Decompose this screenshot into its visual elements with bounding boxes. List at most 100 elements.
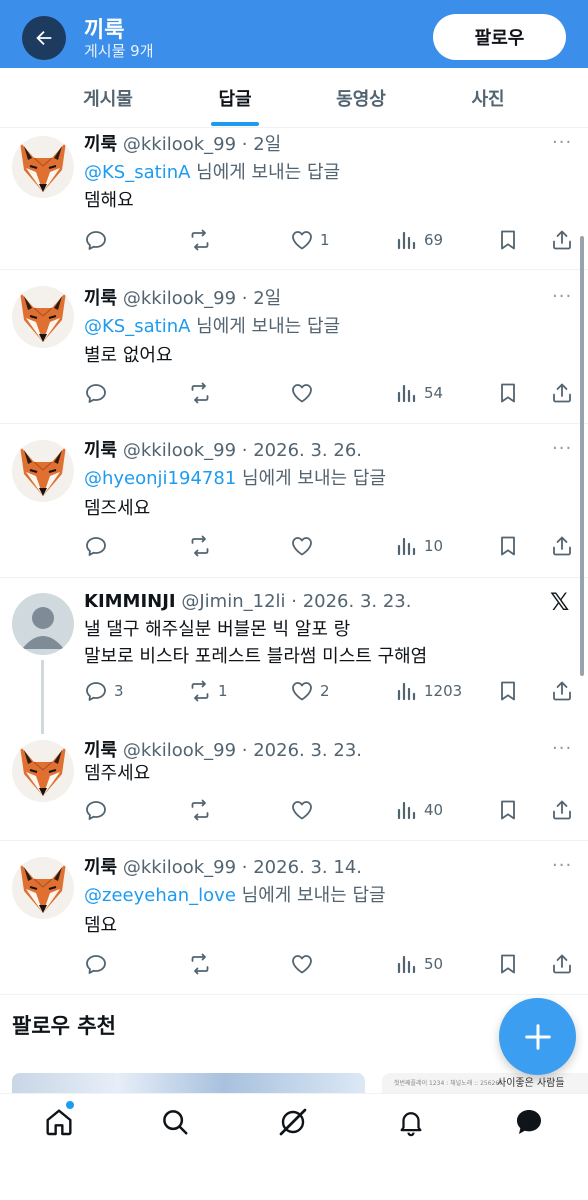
reply-button[interactable] xyxy=(84,533,108,559)
reply-button[interactable]: 3 xyxy=(84,678,124,704)
like-button[interactable]: 1 xyxy=(290,227,330,253)
bookmark-icon xyxy=(496,952,520,976)
like-button[interactable] xyxy=(290,797,314,823)
reply-button[interactable] xyxy=(84,797,108,823)
search-icon xyxy=(163,1110,188,1135)
nav-search[interactable] xyxy=(157,1104,193,1140)
reply-suffix: 님에게 보내는 답글 xyxy=(196,316,341,337)
bookmark-button[interactable] xyxy=(496,227,520,253)
avatar[interactable] xyxy=(12,136,74,198)
more-options-icon[interactable]: ··· xyxy=(552,438,572,459)
active-tab-indicator xyxy=(211,122,259,126)
tweet-item[interactable]: 끼룩 @kkilook_99 · 2일 ··· @KS_satinA 님에게 보… xyxy=(0,128,588,270)
views-button[interactable]: 40 xyxy=(394,797,443,823)
retweet-icon xyxy=(188,534,212,558)
tweet-text: 뎀요 xyxy=(84,915,118,936)
views-button[interactable]: 10 xyxy=(394,533,443,559)
mention-link[interactable]: @hyeonji194781 xyxy=(84,468,236,489)
views-button[interactable]: 54 xyxy=(394,380,443,406)
retweet-button[interactable] xyxy=(188,533,212,559)
speech-bubble-icon xyxy=(84,228,108,252)
retweet-button[interactable]: 1 xyxy=(188,678,228,704)
author-handle: @kkilook_99 · 2026. 3. 23. xyxy=(122,740,363,761)
recommend-card[interactable]: 첫번째플레이 1234 : 채널노래 :: 256267 사이좋은 사람들 xyxy=(382,1073,588,1093)
author-name[interactable]: 끼룩 xyxy=(84,440,117,461)
profile-tabs: 게시물 답글 동영상 사진 xyxy=(0,68,588,128)
bottom-navigation xyxy=(0,1093,588,1200)
message-icon xyxy=(517,1110,541,1134)
back-button[interactable] xyxy=(22,16,66,60)
nav-grok[interactable] xyxy=(275,1104,311,1140)
bookmark-button[interactable] xyxy=(496,797,520,823)
share-button[interactable] xyxy=(550,533,574,559)
like-count: 1 xyxy=(320,231,330,249)
more-options-icon[interactable]: ··· xyxy=(552,132,572,153)
tab-replies[interactable]: 답글 xyxy=(191,68,279,128)
share-button[interactable] xyxy=(550,227,574,253)
mention-link[interactable]: @KS_satinA xyxy=(84,162,190,183)
compose-button[interactable] xyxy=(499,998,576,1075)
reply-button[interactable] xyxy=(84,227,108,253)
tweet-text: 별로 없어요 xyxy=(84,345,173,366)
tweet-text: 뎀즈세요 xyxy=(84,498,151,519)
nav-messages[interactable] xyxy=(511,1104,547,1140)
more-options-icon[interactable]: ··· xyxy=(552,738,572,759)
retweet-button[interactable] xyxy=(188,227,212,253)
scrollbar[interactable] xyxy=(580,236,584,676)
author-name[interactable]: 끼룩 xyxy=(84,134,117,155)
recommend-card[interactable] xyxy=(12,1073,365,1093)
mention-link[interactable]: @zeeyehan_love xyxy=(84,885,236,906)
bookmark-button[interactable] xyxy=(496,533,520,559)
bar-chart-icon xyxy=(394,534,418,558)
tweet-item[interactable]: 끼룩 @kkilook_99 · 2026. 3. 26. ··· @hyeon… xyxy=(0,424,588,578)
author-name[interactable]: KIMMINJI xyxy=(84,591,176,612)
like-button[interactable]: 2 xyxy=(290,678,330,704)
share-button[interactable] xyxy=(550,678,574,704)
tab-photos[interactable]: 사진 xyxy=(444,68,532,128)
author-name[interactable]: 끼룩 xyxy=(84,740,117,761)
author-handle: @Jimin_12li · 2026. 3. 23. xyxy=(181,591,412,612)
avatar[interactable] xyxy=(12,740,74,802)
avatar[interactable] xyxy=(12,286,74,348)
like-button[interactable] xyxy=(290,380,314,406)
bookmark-button[interactable] xyxy=(496,380,520,406)
speech-bubble-icon xyxy=(84,798,108,822)
retweet-button[interactable] xyxy=(188,380,212,406)
avatar[interactable] xyxy=(12,593,74,655)
follow-button[interactable]: 팔로우 xyxy=(433,14,566,60)
heart-icon xyxy=(290,534,314,558)
more-options-icon[interactable]: ··· xyxy=(552,855,572,876)
share-button[interactable] xyxy=(550,951,574,977)
share-button[interactable] xyxy=(550,797,574,823)
nav-notifications[interactable] xyxy=(393,1104,429,1140)
tweet-item[interactable]: 끼룩 @kkilook_99 · 2일 ··· @KS_satinA 님에게 보… xyxy=(0,270,588,424)
view-count: 50 xyxy=(424,955,444,973)
tab-videos[interactable]: 동영상 xyxy=(317,68,405,128)
avatar[interactable] xyxy=(12,440,74,502)
retweet-icon xyxy=(188,679,212,703)
retweet-button[interactable] xyxy=(188,797,212,823)
reply-button[interactable] xyxy=(84,380,108,406)
views-button[interactable]: 50 xyxy=(394,951,443,977)
tweet-item[interactable]: KIMMINJI @Jimin_12li · 2026. 3. 23. 𝕏 낼 … xyxy=(0,578,588,840)
retweet-button[interactable] xyxy=(188,951,212,977)
bookmark-button[interactable] xyxy=(496,678,520,704)
card-title: 사이좋은 사람들 xyxy=(497,1078,565,1089)
views-button[interactable]: 69 xyxy=(394,227,443,253)
share-button[interactable] xyxy=(550,380,574,406)
more-options-icon[interactable]: ··· xyxy=(552,286,572,307)
bookmark-button[interactable] xyxy=(496,951,520,977)
views-button[interactable]: 1203 xyxy=(394,678,462,704)
like-button[interactable] xyxy=(290,533,314,559)
follow-recommend-title: 팔로우 추천 xyxy=(12,1014,116,1038)
reply-button[interactable] xyxy=(84,951,108,977)
nav-home[interactable] xyxy=(41,1104,77,1140)
tweet-item[interactable]: 끼룩 @kkilook_99 · 2026. 3. 14. ··· @zeeye… xyxy=(0,841,588,995)
author-name[interactable]: 끼룩 xyxy=(84,288,117,309)
author-name[interactable]: 끼룩 xyxy=(84,857,117,878)
avatar[interactable] xyxy=(12,857,74,919)
mention-link[interactable]: @KS_satinA xyxy=(84,316,190,337)
retweet-icon xyxy=(188,381,212,405)
like-button[interactable] xyxy=(290,951,314,977)
tab-posts[interactable]: 게시물 xyxy=(64,68,152,128)
